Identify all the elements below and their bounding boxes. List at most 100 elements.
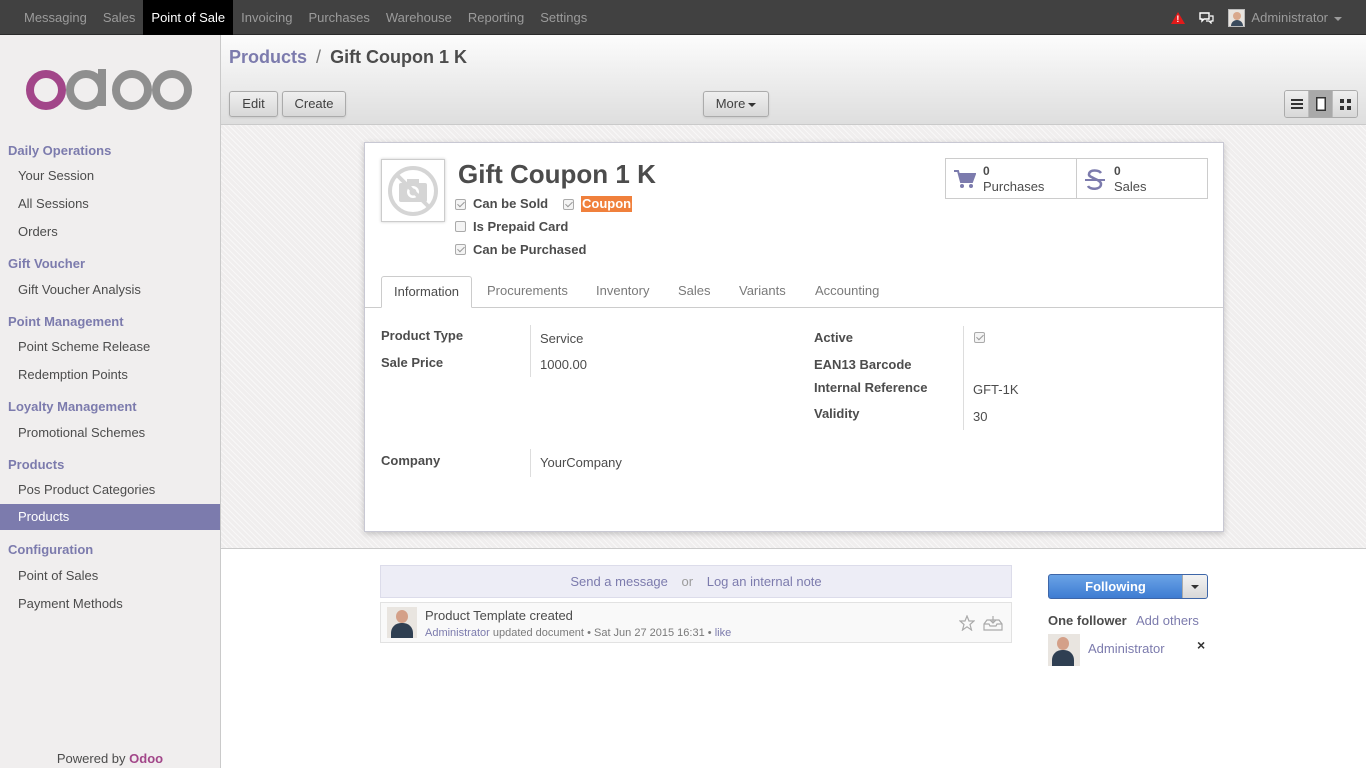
sidebar-item-all-sessions[interactable]: All Sessions xyxy=(0,191,220,217)
add-followers-link[interactable]: Add others xyxy=(1136,613,1199,628)
sidebar: Daily Operations Your Session All Sessio… xyxy=(0,35,221,768)
sale-price-value: 1000.00 xyxy=(540,357,587,372)
sales-smart-button[interactable]: 0 Sales xyxy=(1077,159,1207,198)
active-label: Active xyxy=(814,330,854,345)
breadcrumb-products[interactable]: Products xyxy=(229,47,307,67)
odoo-logo[interactable] xyxy=(26,67,194,113)
section-configuration: Configuration xyxy=(8,542,94,557)
product-image[interactable] xyxy=(381,159,445,222)
menu-reporting[interactable]: Reporting xyxy=(460,0,532,35)
followers-count: One follower xyxy=(1048,613,1127,628)
sidebar-item-pos-product-categories[interactable]: Pos Product Categories xyxy=(0,477,220,503)
create-button[interactable]: Create xyxy=(282,91,346,117)
section-point-management: Point Management xyxy=(8,314,124,329)
can-be-purchased-label: Can be Purchased xyxy=(473,242,587,257)
main-menu: Messaging Sales Point of Sale Invoicing … xyxy=(16,0,595,35)
tab-sales[interactable]: Sales xyxy=(666,276,723,308)
remove-follower-icon[interactable]: × xyxy=(1197,637,1205,653)
tab-procurements[interactable]: Procurements xyxy=(475,276,580,308)
prepaid-card-checkbox[interactable] xyxy=(455,221,466,232)
top-navbar: Messaging Sales Point of Sale Invoicing … xyxy=(0,0,1366,35)
ean13-barcode-label: EAN13 Barcode xyxy=(814,357,912,372)
message-author-avatar[interactable] xyxy=(387,607,417,638)
menu-invoicing[interactable]: Invoicing xyxy=(233,0,300,35)
user-area: ! Administrator xyxy=(1171,0,1342,35)
follower-name[interactable]: Administrator xyxy=(1088,641,1165,656)
more-dropdown[interactable]: More xyxy=(703,91,769,117)
meta-separator: • xyxy=(587,627,591,639)
can-be-sold-checkbox[interactable] xyxy=(455,199,466,210)
chat-icon[interactable] xyxy=(1199,11,1215,24)
sidebar-item-redemption-points[interactable]: Redemption Points xyxy=(0,362,220,388)
tab-variants[interactable]: Variants xyxy=(727,276,798,308)
menu-settings[interactable]: Settings xyxy=(532,0,595,35)
section-gift-voucher: Gift Voucher xyxy=(8,256,86,271)
more-label: More xyxy=(715,96,746,111)
list-view-icon[interactable] xyxy=(1285,91,1309,117)
tab-accounting[interactable]: Accounting xyxy=(803,276,891,308)
chatter-message: Product Template created Administrator u… xyxy=(380,602,1012,643)
message-author-link[interactable]: Administrator xyxy=(425,627,490,639)
sales-label: Sales xyxy=(1114,179,1147,194)
sidebar-item-gift-voucher-analysis[interactable]: Gift Voucher Analysis xyxy=(0,277,220,303)
user-menu-name[interactable]: Administrator xyxy=(1251,10,1328,25)
active-checkbox[interactable] xyxy=(974,332,985,343)
following-button[interactable]: Following xyxy=(1048,574,1208,599)
field-divider xyxy=(530,325,531,377)
sidebar-item-promotional-schemes[interactable]: Promotional Schemes xyxy=(0,420,220,446)
sidebar-item-your-session[interactable]: Your Session xyxy=(0,163,220,189)
archive-icon[interactable] xyxy=(983,615,1003,634)
menu-point-of-sale[interactable]: Point of Sale xyxy=(143,0,234,35)
tab-information[interactable]: Information xyxy=(381,276,473,308)
sidebar-item-payment-methods[interactable]: Payment Methods xyxy=(0,591,220,617)
caret-down-icon xyxy=(1191,584,1199,589)
star-icon[interactable] xyxy=(958,614,976,634)
sidebar-item-orders[interactable]: Orders xyxy=(0,219,220,245)
product-type-label: Product Type xyxy=(381,328,464,343)
prepaid-card-label: Is Prepaid Card xyxy=(473,219,569,234)
product-type-value: Service xyxy=(540,331,584,346)
message-actions xyxy=(951,614,1003,634)
edit-button[interactable]: Edit xyxy=(229,91,278,117)
can-be-sold-label: Can be Sold xyxy=(473,196,549,211)
camera-icon xyxy=(388,165,438,216)
section-daily-operations: Daily Operations xyxy=(8,143,112,158)
send-message-link[interactable]: Send a message xyxy=(570,574,668,589)
chatter-compose-bar: Send a message or Log an internal note xyxy=(380,565,1012,598)
purchases-smart-button[interactable]: 0 Purchases xyxy=(946,159,1077,198)
breadcrumb-current: Gift Coupon 1 K xyxy=(330,47,468,67)
cart-icon xyxy=(954,170,976,188)
sale-price-label: Sale Price xyxy=(381,355,444,370)
menu-messaging[interactable]: Messaging xyxy=(16,0,95,35)
follower-avatar[interactable] xyxy=(1048,634,1080,666)
form-view-icon[interactable] xyxy=(1309,91,1333,117)
sidebar-item-point-scheme-release[interactable]: Point Scheme Release xyxy=(0,334,220,360)
sidebar-item-point-of-sales[interactable]: Point of Sales xyxy=(0,563,220,589)
like-link[interactable]: like xyxy=(715,627,732,639)
internal-reference-label: Internal Reference xyxy=(814,380,928,395)
log-note-link[interactable]: Log an internal note xyxy=(707,574,822,589)
meta-separator: • xyxy=(707,627,712,639)
company-value: YourCompany xyxy=(540,455,622,470)
follow-options-dropdown[interactable] xyxy=(1182,575,1207,598)
menu-warehouse[interactable]: Warehouse xyxy=(378,0,460,35)
following-label[interactable]: Following xyxy=(1049,575,1182,598)
chevron-down-icon[interactable] xyxy=(1334,17,1342,21)
user-avatar[interactable] xyxy=(1228,8,1246,27)
sidebar-item-products[interactable]: Products xyxy=(0,504,220,530)
can-be-purchased-checkbox[interactable] xyxy=(455,244,466,255)
message-date: Sat Jun 27 2015 16:31 xyxy=(593,627,705,639)
message-title: Product Template created xyxy=(425,608,573,623)
powered-by-brand[interactable]: Odoo xyxy=(129,751,163,766)
validity-label: Validity xyxy=(814,406,860,421)
warning-icon[interactable]: ! xyxy=(1171,11,1186,24)
menu-purchases[interactable]: Purchases xyxy=(300,0,377,35)
menu-sales[interactable]: Sales xyxy=(95,0,144,35)
coupon-checkbox[interactable] xyxy=(563,199,574,210)
message-meta: Administrator updated document • Sat Jun… xyxy=(425,627,731,639)
purchases-count: 0 xyxy=(983,164,990,178)
form-background: Gift Coupon 1 K Can be Sold Coupon Is Pr… xyxy=(221,125,1366,549)
tab-inventory[interactable]: Inventory xyxy=(584,276,661,308)
kanban-view-icon[interactable] xyxy=(1333,91,1357,117)
breadcrumb-separator: / xyxy=(316,47,322,67)
